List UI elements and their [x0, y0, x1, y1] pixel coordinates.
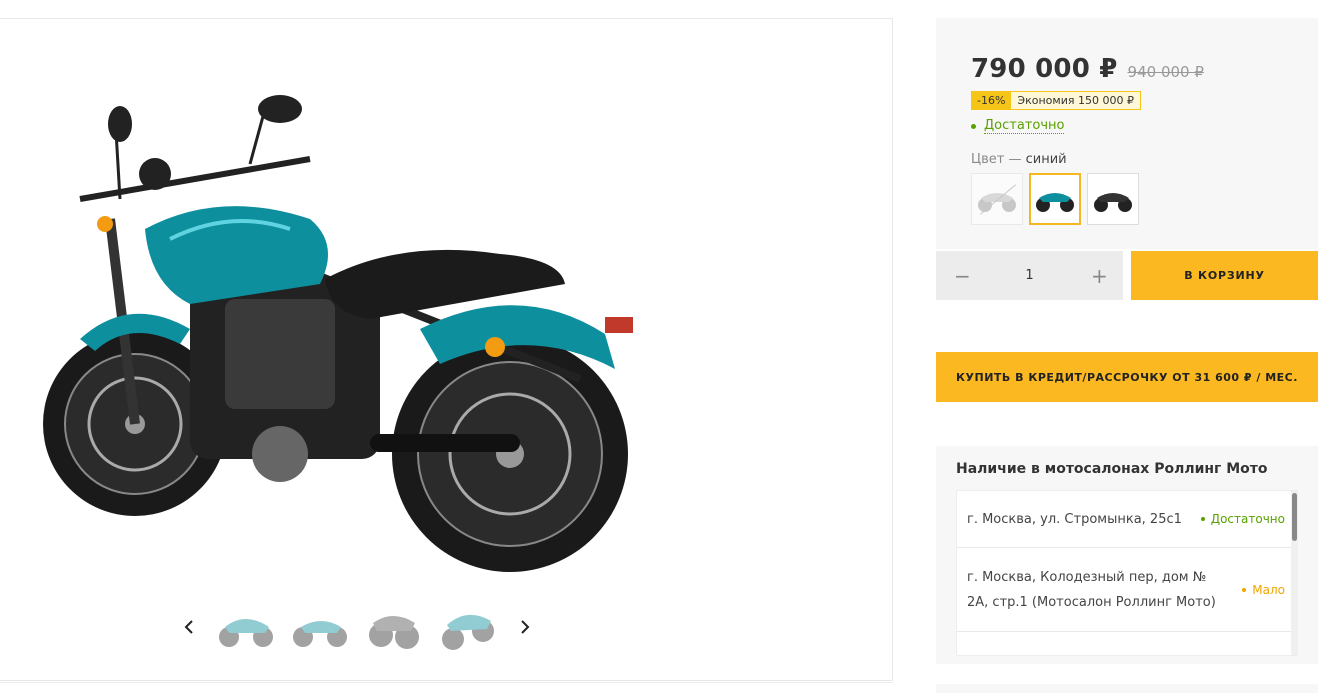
- next-panel-edge: [936, 684, 1318, 693]
- store-address: г. Москва, ул. Стромынка, 25с1: [967, 511, 1182, 527]
- add-to-cart-button[interactable]: В КОРЗИНУ: [1131, 251, 1318, 300]
- price-row: 790 000 ₽ 940 000 ₽: [971, 54, 1204, 84]
- savings-badge: Экономия 150 000 ₽: [1011, 91, 1141, 110]
- gallery-prev-button[interactable]: [175, 613, 203, 641]
- chevron-left-icon: [184, 619, 193, 634]
- current-price: 790 000 ₽: [971, 54, 1118, 84]
- color-dash: —: [1008, 152, 1022, 167]
- motorcycle-gray-icon: [978, 193, 1016, 212]
- discount-badges: -16% Экономия 150 000 ₽: [971, 91, 1141, 110]
- product-page: 790 000 ₽ 940 000 ₽ -16% Экономия 150 00…: [0, 0, 1328, 693]
- thumbnail-1[interactable]: [215, 601, 277, 653]
- store-status-label: Достаточно: [1210, 512, 1285, 526]
- store-list-scrollbar[interactable]: [1291, 491, 1297, 655]
- scrollbar-thumb[interactable]: [1292, 493, 1297, 541]
- color-swatch-gray[interactable]: [971, 173, 1023, 225]
- store-status: Мало: [1242, 583, 1285, 597]
- stock-dot-icon: [971, 123, 976, 129]
- stock-label[interactable]: Достаточно: [984, 118, 1065, 134]
- availability-title: Наличие в мотосалонах Роллинг Мото: [956, 461, 1268, 477]
- color-swatch-black[interactable]: [1087, 173, 1139, 225]
- thumbnail-strip: [175, 594, 539, 659]
- divider: [0, 682, 893, 683]
- increase-button[interactable]: +: [1091, 264, 1108, 288]
- chevron-right-icon: [521, 619, 530, 634]
- discount-badge: -16%: [971, 91, 1012, 110]
- color-swatch-teal[interactable]: [1029, 173, 1081, 225]
- old-price: 940 000 ₽: [1127, 63, 1204, 81]
- status-dot-icon: [1242, 587, 1247, 592]
- decrease-button[interactable]: −: [954, 264, 971, 288]
- gallery-next-button[interactable]: [511, 613, 539, 641]
- color-label: Цвет: [971, 152, 1005, 167]
- stock-status: Достаточно: [971, 118, 1065, 134]
- color-value: синий: [1025, 152, 1067, 167]
- store-status-label: Мало: [1252, 582, 1285, 597]
- store-status: Достаточно: [1200, 512, 1285, 526]
- store-row: г. Москва, Колодезный пер, дом № 2А, стр…: [957, 548, 1297, 632]
- thumbnail-3[interactable]: [363, 601, 425, 653]
- motorcycle-main-image[interactable]: [40, 79, 680, 579]
- store-list: г. Москва, ул. Стромынка, 25с1 Достаточн…: [956, 490, 1298, 656]
- status-dot-icon: [1200, 517, 1205, 521]
- quantity-value[interactable]: 1: [1025, 268, 1033, 283]
- store-address: г. Москва, Колодезный пер, дом № 2А, стр…: [967, 569, 1216, 610]
- thumbnail-2[interactable]: [289, 601, 351, 653]
- availability-panel: Наличие в мотосалонах Роллинг Мото г. Мо…: [936, 446, 1318, 664]
- color-swatches: [971, 173, 1139, 225]
- color-row: Цвет — синий: [971, 152, 1067, 167]
- buy-panel: 790 000 ₽ 940 000 ₽ -16% Экономия 150 00…: [936, 18, 1318, 249]
- motorcycle-teal-icon: [1036, 193, 1074, 212]
- product-gallery: [0, 18, 893, 681]
- thumbnail-4[interactable]: [437, 601, 499, 653]
- credit-button[interactable]: КУПИТЬ В КРЕДИТ/РАССРОЧКУ ОТ 31 600 ₽ / …: [936, 352, 1318, 402]
- motorcycle-black-icon: [1094, 193, 1132, 212]
- store-row: г. Москва, ул. Стромынка, 25с1 Достаточн…: [957, 491, 1297, 548]
- store-row-partial: [957, 632, 1297, 655]
- quantity-stepper: − 1 +: [936, 251, 1123, 300]
